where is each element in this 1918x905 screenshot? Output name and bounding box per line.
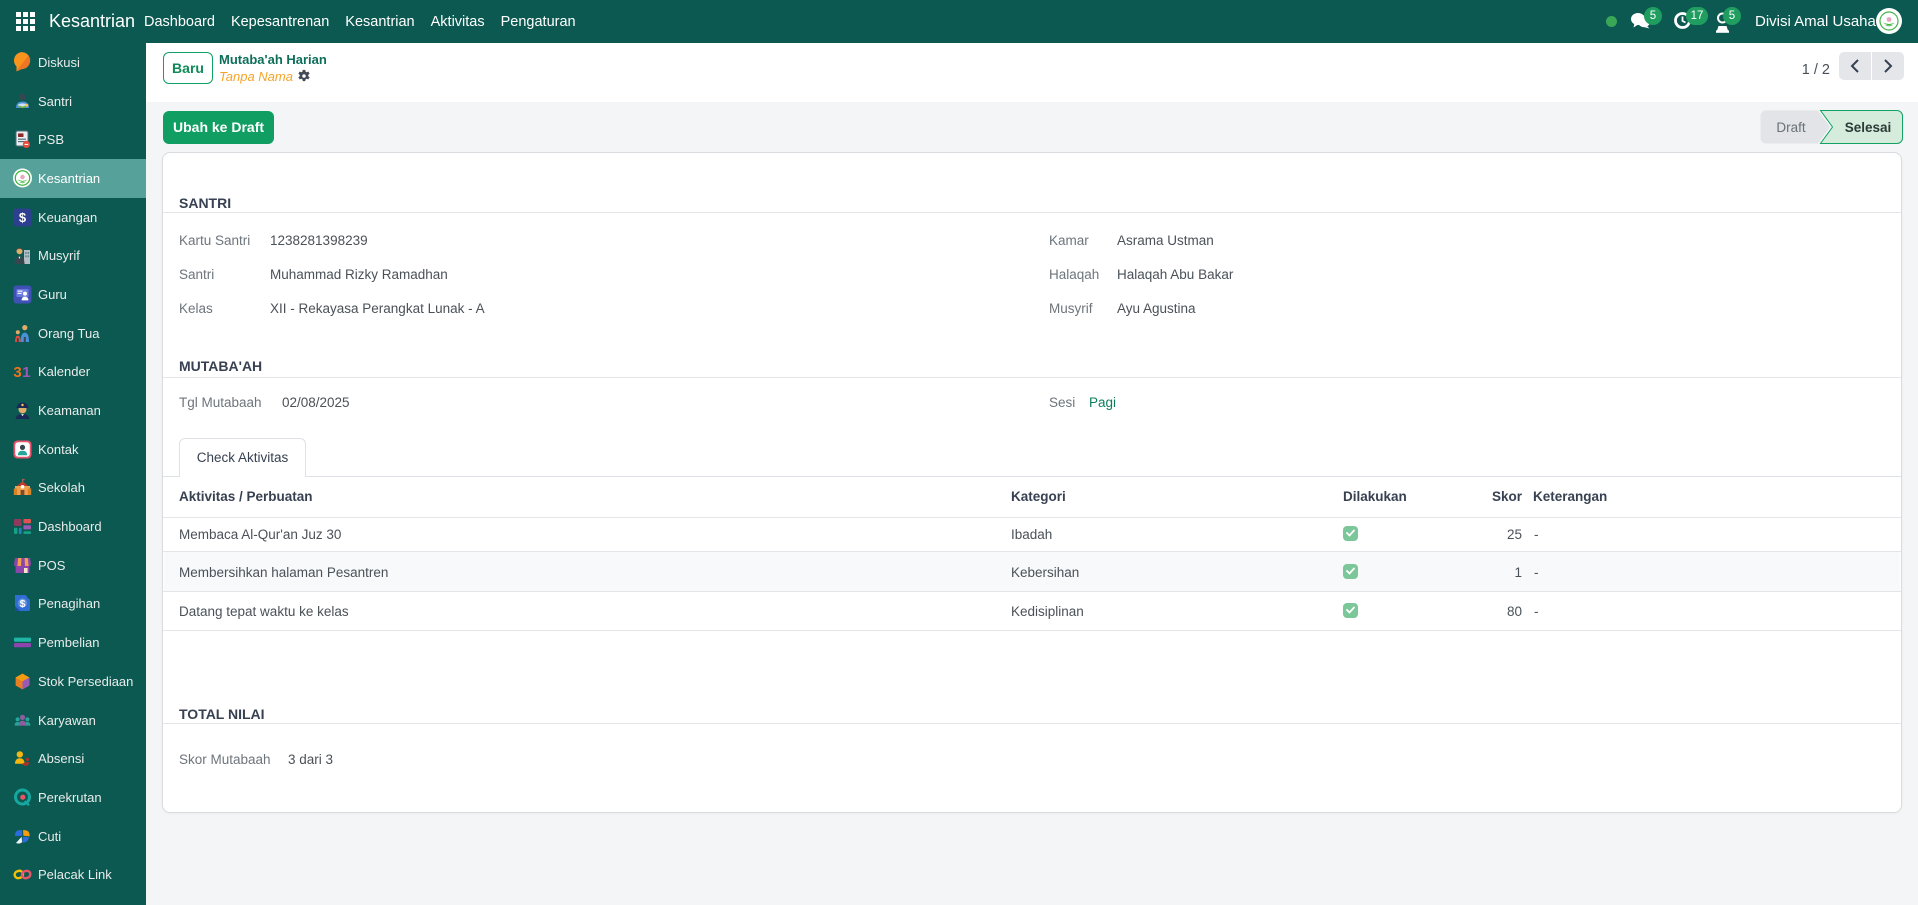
svg-text:$: $ <box>19 210 27 225</box>
svg-text:3: 3 <box>13 364 21 381</box>
svg-text:Selesai: Selesai <box>1845 120 1892 135</box>
svg-text:1: 1 <box>22 364 30 381</box>
svg-text:$: $ <box>20 598 26 610</box>
svg-text:Draft: Draft <box>1776 120 1806 135</box>
